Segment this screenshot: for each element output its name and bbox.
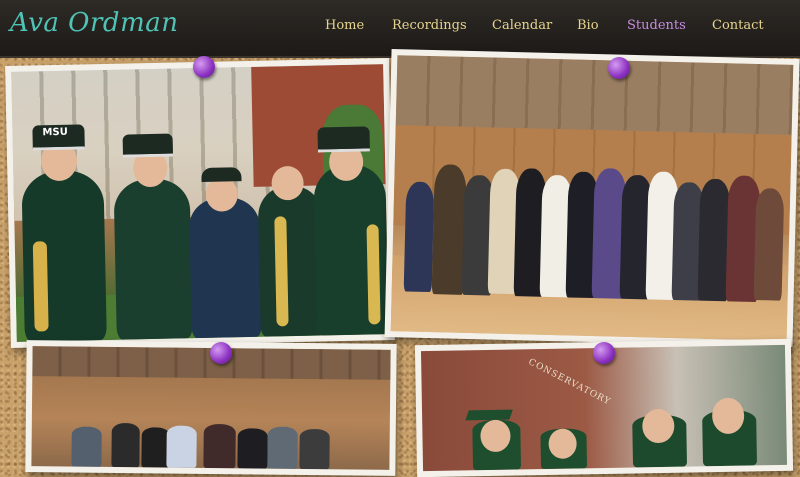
nav-students[interactable]: Students	[627, 18, 686, 33]
nav-bio[interactable]: Bio	[577, 18, 599, 33]
nav-home[interactable]: Home	[325, 18, 364, 33]
nav-contact[interactable]: Contact	[712, 18, 764, 33]
photo-trombone-ensemble	[384, 49, 800, 347]
cap-label: MSU	[42, 126, 68, 139]
nav-calendar[interactable]: Calendar	[492, 18, 552, 33]
pushpin-icon	[193, 56, 215, 78]
photo-marching-band: MSU	[5, 58, 395, 348]
main-nav: Home Recordings Calendar Bio Students Co…	[0, 18, 800, 38]
studio-group-image	[31, 346, 391, 470]
nav-recordings[interactable]: Recordings	[392, 18, 467, 33]
photo-studio-group	[25, 340, 397, 476]
pushpin-icon	[210, 342, 232, 364]
trombone-ensemble-image	[390, 55, 794, 341]
pushpin-icon	[593, 342, 615, 364]
marching-band-image: MSU	[11, 64, 389, 342]
wall-sign: CONSERVATORY	[526, 357, 613, 408]
pushpin-icon	[608, 57, 630, 79]
